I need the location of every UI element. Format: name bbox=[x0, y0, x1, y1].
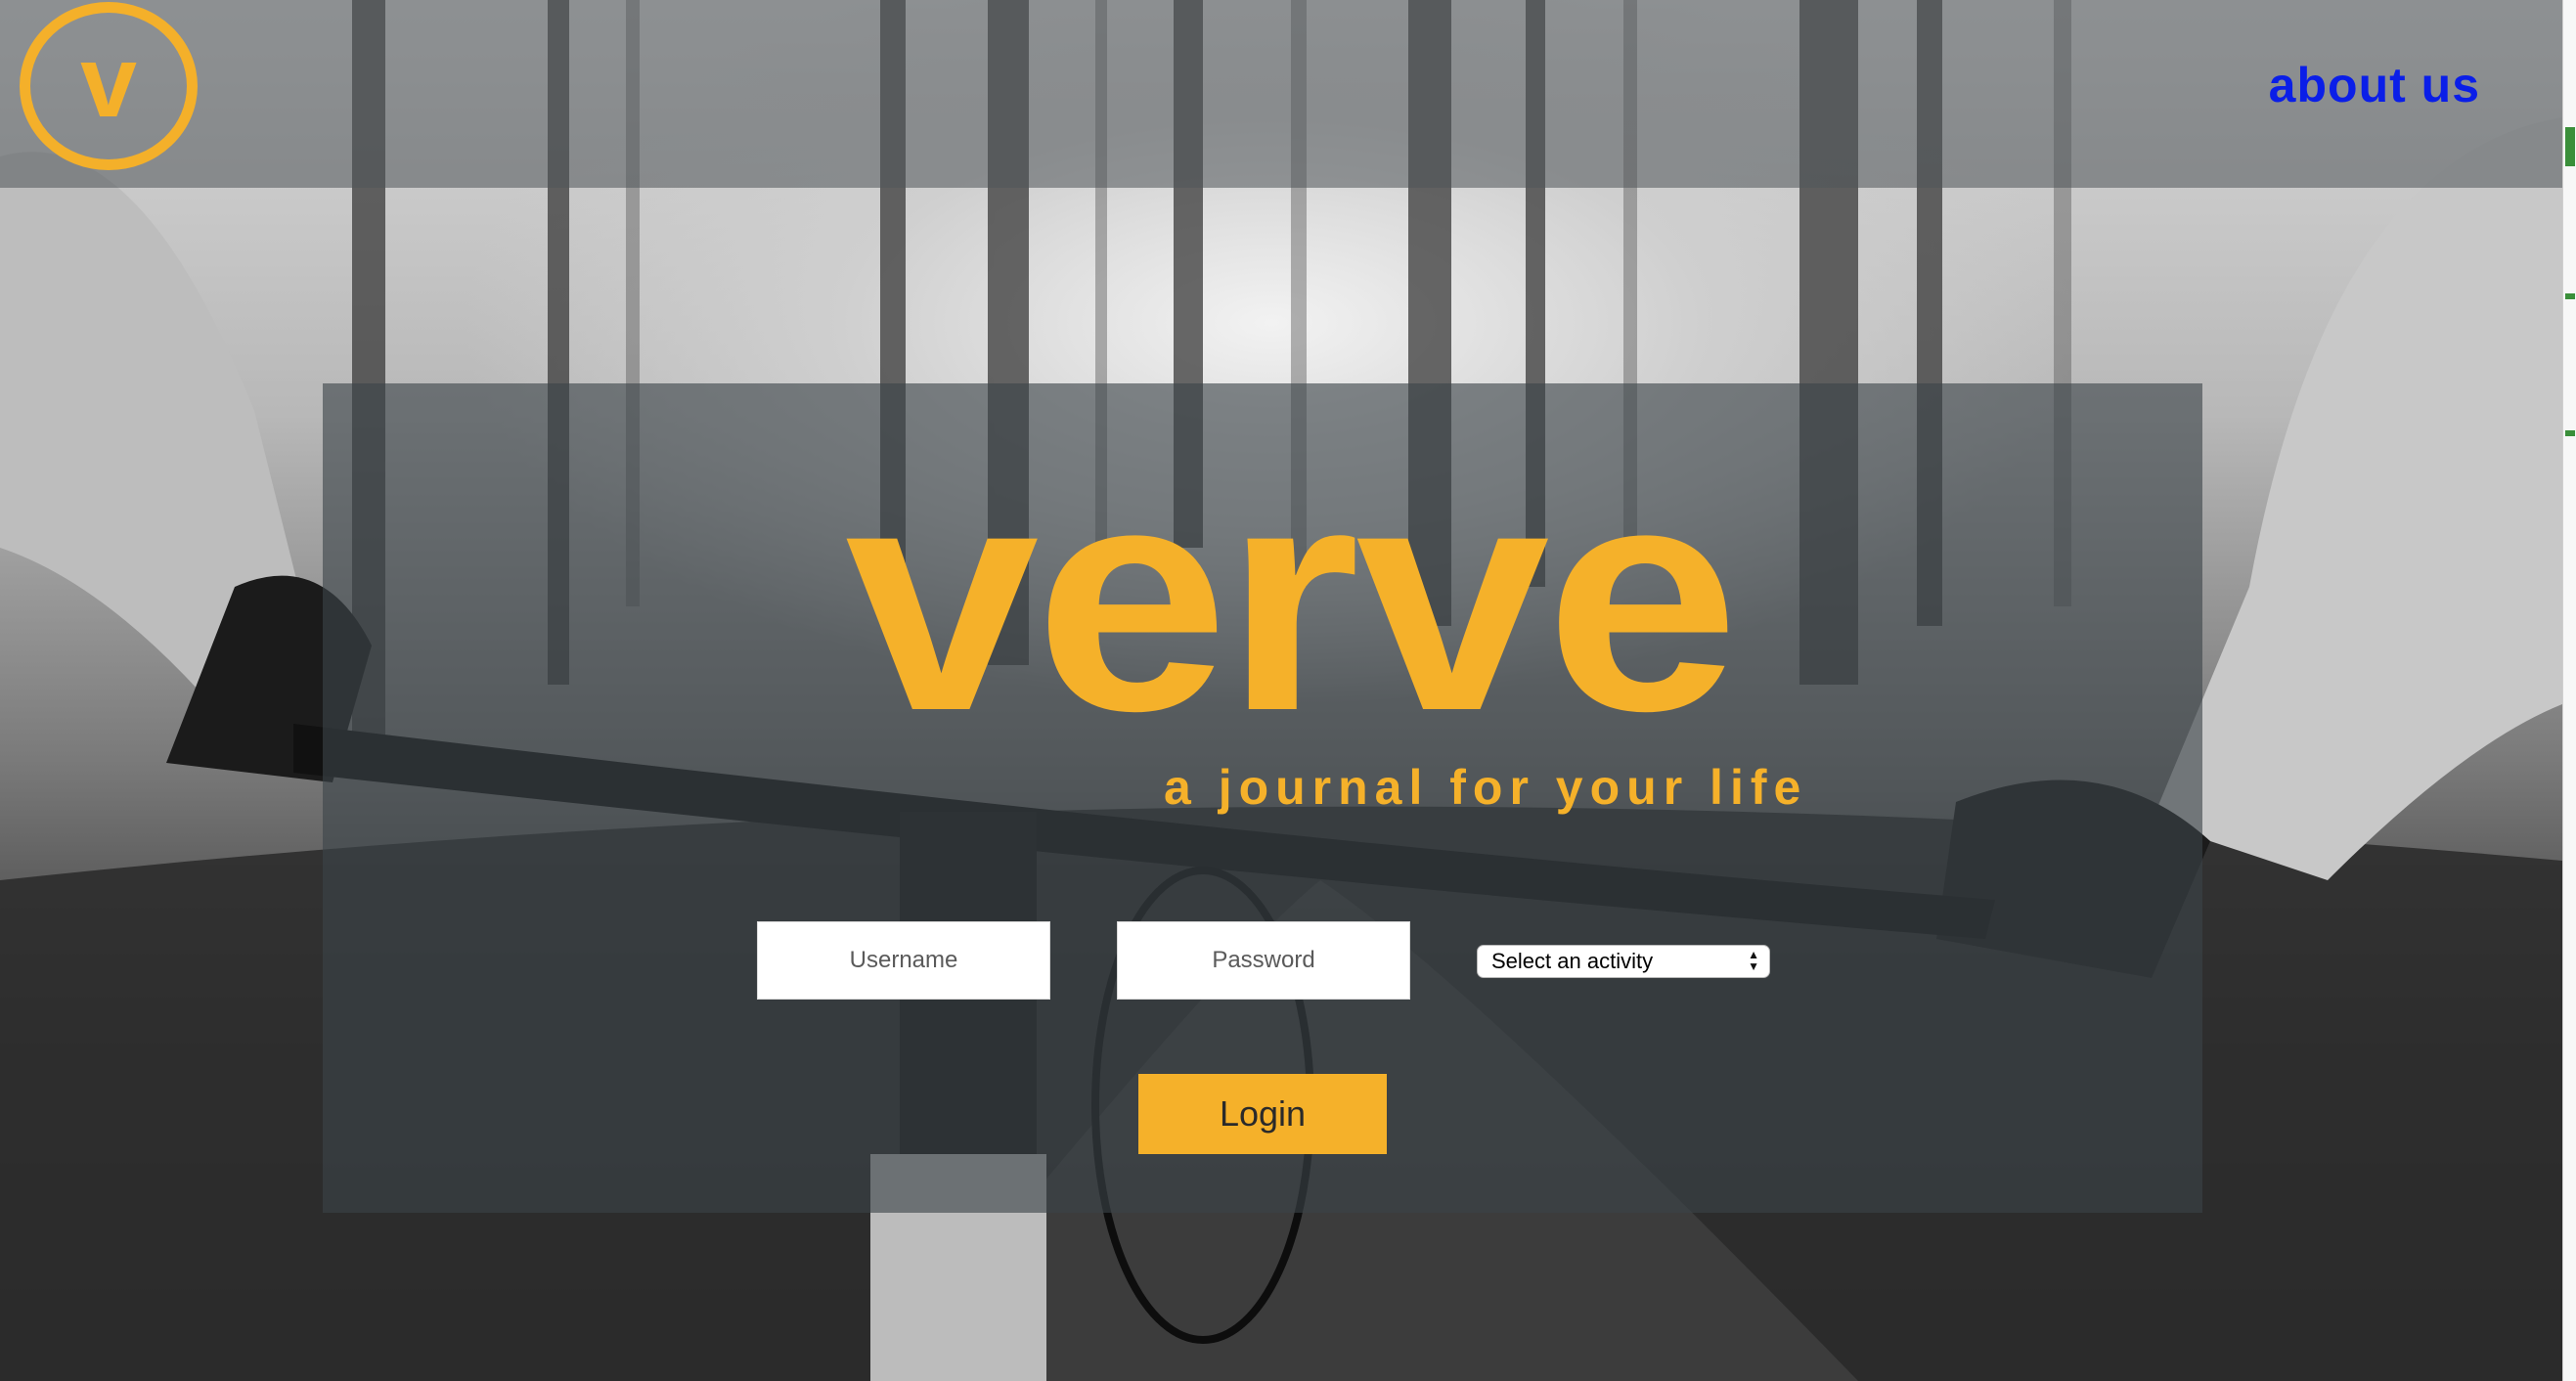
logo-letter: v bbox=[80, 25, 137, 139]
activity-select[interactable]: Select an activity ▲ ▼ bbox=[1477, 945, 1770, 978]
chevron-up-down-icon: ▲ ▼ bbox=[1748, 948, 1759, 973]
password-input[interactable] bbox=[1117, 921, 1410, 1000]
username-input[interactable] bbox=[757, 921, 1050, 1000]
verve-logo[interactable]: v bbox=[20, 2, 198, 170]
brand-tagline: a journal for your life bbox=[1164, 760, 1808, 815]
activity-select-value: Select an activity bbox=[1491, 949, 1654, 973]
login-button[interactable]: Login bbox=[1138, 1074, 1387, 1154]
site-header: v about us bbox=[0, 0, 2562, 188]
about-us-link[interactable]: about us bbox=[2269, 57, 2480, 113]
brand-title: verve bbox=[845, 417, 1739, 778]
